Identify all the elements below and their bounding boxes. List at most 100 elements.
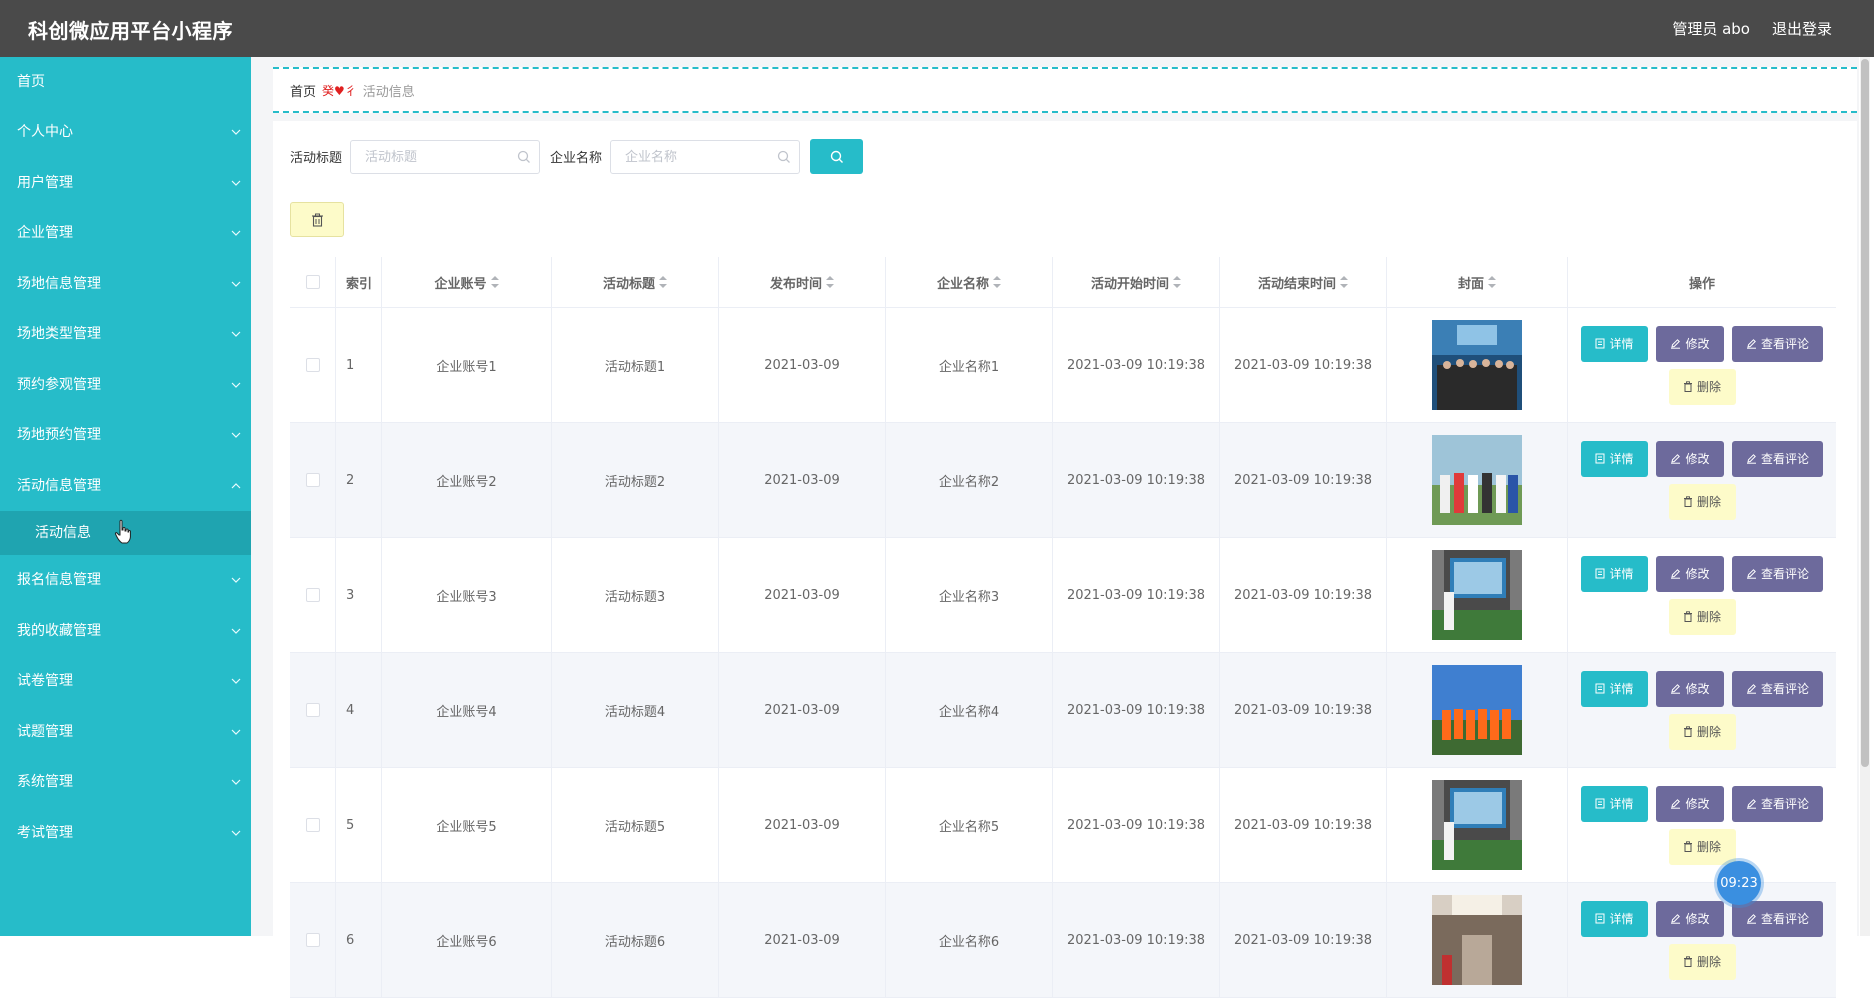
cell-title: 活动标题1 — [552, 308, 719, 422]
company-search-label: 企业名称 — [550, 151, 603, 166]
sidebar-item[interactable]: 场地类型管理 — [0, 309, 251, 360]
view-comments-button[interactable]: 查看评论 — [1732, 555, 1823, 592]
sidebar-item-label: 用户管理 — [17, 174, 73, 191]
cover-image[interactable] — [1432, 780, 1522, 870]
delete-button[interactable]: 删除 — [1668, 713, 1736, 750]
delete-button[interactable]: 删除 — [1668, 368, 1736, 405]
sidebar-item[interactable]: 我的收藏管理 — [0, 606, 251, 657]
sidebar-item[interactable]: 系统管理 — [0, 757, 251, 808]
delete-button[interactable]: 删除 — [1668, 598, 1736, 635]
header-account[interactable]: 企业账号 — [382, 257, 552, 307]
sidebar-item[interactable]: 试卷管理 — [0, 656, 251, 707]
table-header-row: 索引 企业账号 活动标题 发布时间 企业名称 活动开始时间 活动结束时间 封面 … — [290, 257, 1836, 308]
cell-company: 企业名称6 — [886, 883, 1053, 997]
delete-button[interactable]: 删除 — [1668, 943, 1736, 980]
sidebar-item[interactable]: 个人中心 — [0, 107, 251, 158]
sidebar-item[interactable]: 场地信息管理 — [0, 259, 251, 310]
cover-image[interactable] — [1432, 895, 1522, 985]
breadcrumb-home[interactable]: 首页 — [290, 81, 316, 100]
view-comments-button[interactable]: 查看评论 — [1732, 785, 1823, 822]
chevron-up-icon — [231, 461, 241, 512]
sidebar-item-label: 场地预约管理 — [17, 427, 101, 443]
chevron-down-icon — [231, 360, 241, 411]
delete-button[interactable]: 删除 — [1668, 483, 1736, 520]
cell-start-time: 2021-03-09 10:19:38 — [1053, 423, 1220, 537]
sidebar-item[interactable]: 预约参观管理 — [0, 360, 251, 411]
edit-button[interactable]: 修改 — [1656, 555, 1724, 592]
sidebar-item[interactable]: 企业管理 — [0, 208, 251, 259]
sidebar-subitem-activity-info[interactable]: 活动信息 — [0, 511, 251, 555]
search-button[interactable] — [810, 139, 864, 174]
sidebar-item-home[interactable]: 首页 — [0, 57, 251, 107]
edit-button[interactable]: 修改 — [1656, 440, 1724, 477]
scrollbar-thumb[interactable] — [1861, 59, 1869, 767]
sidebar-item[interactable]: 报名信息管理 — [0, 555, 251, 606]
cover-image[interactable] — [1432, 320, 1522, 410]
edit-button[interactable]: 修改 — [1656, 670, 1724, 707]
header-index: 索引 — [336, 257, 382, 307]
cell-start-time: 2021-03-09 10:19:38 — [1053, 768, 1220, 882]
sidebar-item-label: 场地信息管理 — [17, 275, 101, 292]
chevron-down-icon — [231, 555, 241, 606]
detail-button[interactable]: 详情 — [1581, 900, 1648, 937]
detail-button[interactable]: 详情 — [1581, 440, 1648, 477]
title-search-input[interactable] — [351, 140, 518, 175]
cover-image[interactable] — [1432, 550, 1522, 640]
detail-button[interactable]: 详情 — [1581, 555, 1648, 592]
header-end-time[interactable]: 活动结束时间 — [1220, 257, 1387, 307]
activity-table: 索引 企业账号 活动标题 发布时间 企业名称 活动开始时间 活动结束时间 封面 … — [290, 257, 1836, 998]
sort-icon — [993, 276, 1001, 288]
sidebar-item[interactable]: 活动信息管理 — [0, 461, 251, 512]
edit-button[interactable]: 修改 — [1656, 785, 1724, 822]
row-checkbox[interactable] — [305, 588, 320, 602]
view-comments-button[interactable]: 查看评论 — [1732, 900, 1823, 937]
detail-button[interactable]: 详情 — [1581, 325, 1648, 362]
cell-account: 企业账号2 — [382, 423, 552, 537]
row-checkbox[interactable] — [305, 473, 320, 487]
logout-button[interactable]: 退出登录 — [1772, 18, 1832, 39]
chevron-down-icon — [231, 606, 241, 657]
header-publish-time[interactable]: 发布时间 — [719, 257, 886, 307]
table-row: 3 企业账号3 活动标题3 2021-03-09 企业名称3 2021-03-09 10:… — [290, 538, 1836, 653]
cell-start-time: 2021-03-09 10:19:38 — [1053, 538, 1220, 652]
cell-end-time: 2021-03-09 10:19:38 — [1220, 538, 1387, 652]
header-title[interactable]: 活动标题 — [552, 257, 719, 307]
cell-cover — [1387, 768, 1568, 882]
delete-button[interactable]: 删除 — [1668, 828, 1736, 865]
cell-cover — [1387, 308, 1568, 422]
action-buttons: 详情 修改 查看评论 — [1581, 325, 1823, 362]
sidebar-item[interactable]: 场地预约管理 — [0, 410, 251, 461]
detail-button[interactable]: 详情 — [1581, 670, 1648, 707]
header-start-time[interactable]: 活动开始时间 — [1053, 257, 1220, 307]
row-checkbox[interactable] — [305, 358, 320, 372]
view-comments-button[interactable]: 查看评论 — [1732, 325, 1823, 362]
header-cover[interactable]: 封面 — [1387, 257, 1568, 307]
sidebar-item[interactable]: 考试管理 — [0, 808, 251, 859]
sidebar-item-label: 场地类型管理 — [17, 326, 101, 342]
cell-company: 企业名称2 — [886, 423, 1053, 537]
edit-button[interactable]: 修改 — [1656, 900, 1724, 937]
cell-index: 5 — [336, 768, 382, 882]
edit-icon — [1746, 914, 1756, 924]
sidebar-item[interactable]: 用户管理 — [0, 158, 251, 209]
cell-start-time: 2021-03-09 10:19:38 — [1053, 653, 1220, 767]
row-checkbox[interactable] — [305, 703, 320, 717]
company-search-input[interactable] — [611, 140, 778, 175]
view-comments-button[interactable]: 查看评论 — [1732, 670, 1823, 707]
search-icon — [830, 150, 843, 163]
view-comments-button[interactable]: 查看评论 — [1732, 440, 1823, 477]
sidebar-item[interactable]: 试题管理 — [0, 707, 251, 758]
cell-end-time: 2021-03-09 10:19:38 — [1220, 653, 1387, 767]
detail-button[interactable]: 详情 — [1581, 785, 1648, 822]
batch-delete-button[interactable] — [290, 202, 344, 237]
row-checkbox[interactable] — [305, 818, 320, 832]
page-scrollbar[interactable] — [1860, 57, 1870, 936]
row-checkbox[interactable] — [305, 933, 320, 947]
select-all-checkbox[interactable] — [305, 275, 320, 289]
cover-image[interactable] — [1432, 665, 1522, 755]
user-label[interactable]: 管理员 abo — [1672, 18, 1750, 39]
cover-image[interactable] — [1432, 435, 1522, 525]
edit-button[interactable]: 修改 — [1656, 325, 1724, 362]
header-company[interactable]: 企业名称 — [886, 257, 1053, 307]
cell-publish-time: 2021-03-09 — [719, 768, 886, 882]
